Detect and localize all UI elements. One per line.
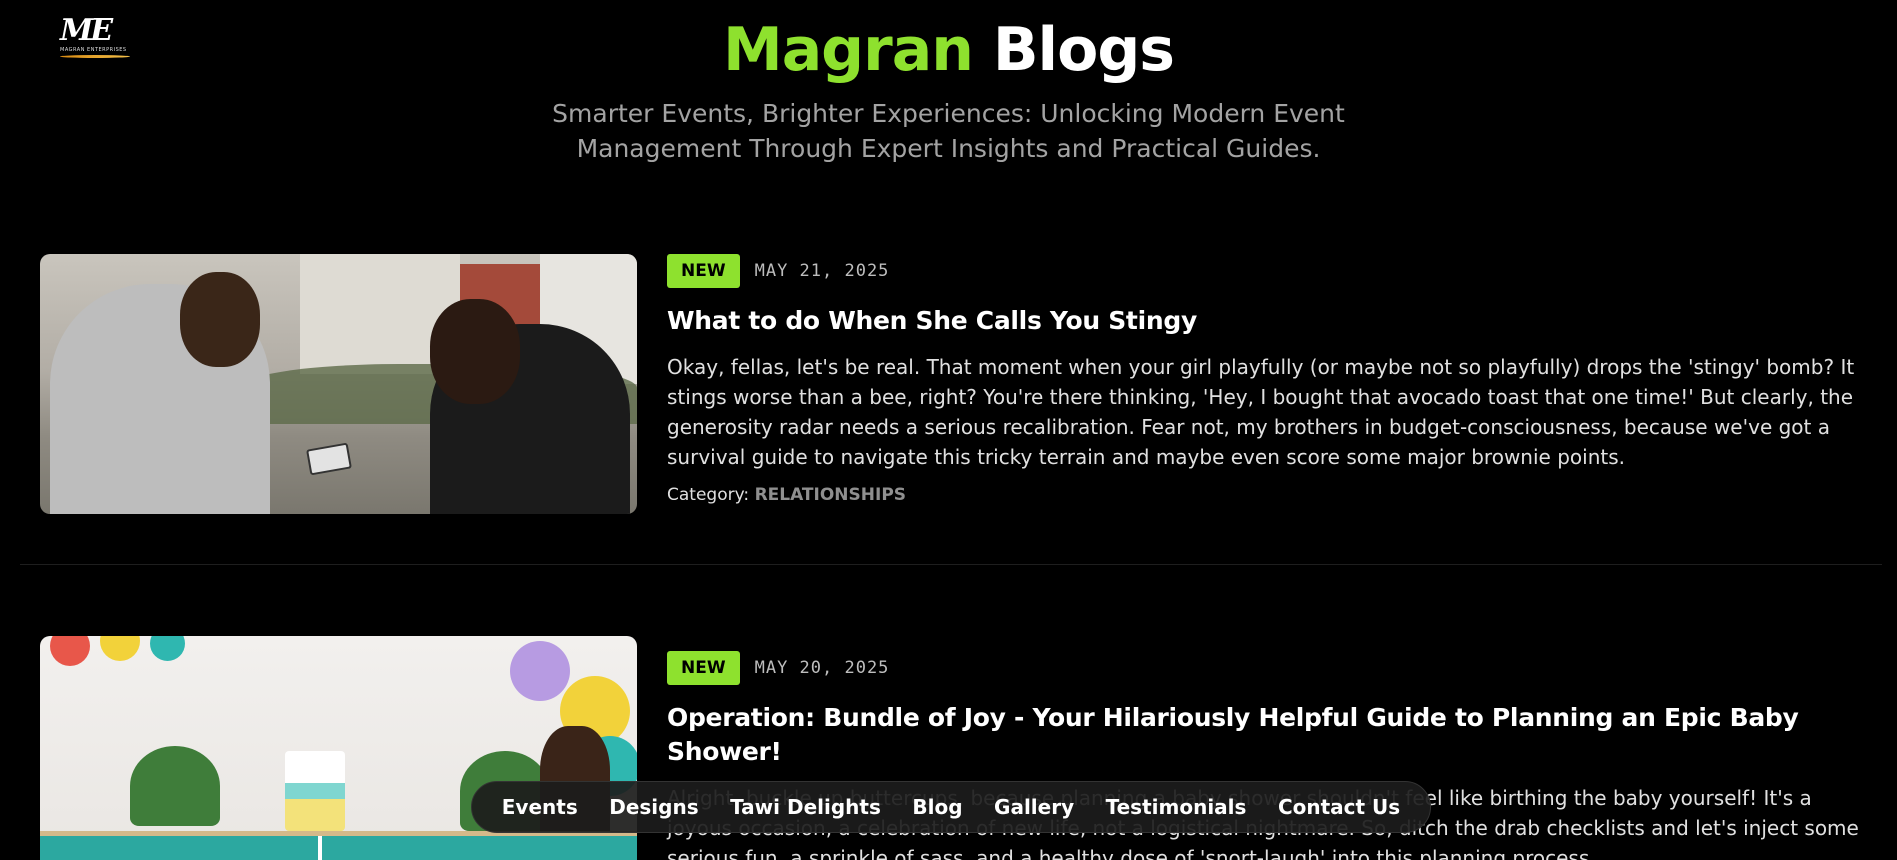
title-rest: Blogs	[992, 15, 1175, 85]
nav-item-blog[interactable]: Blog	[912, 795, 962, 819]
post-thumbnail[interactable]	[40, 254, 637, 514]
post-category: Category: RELATIONSHIPS	[667, 485, 1862, 505]
post-meta: NEW MAY 21, 2025	[667, 254, 1862, 288]
page-header: Magran Blogs Smarter Events, Brighter Ex…	[0, 10, 1897, 166]
nav-item-tawi-delights[interactable]: Tawi Delights	[730, 795, 881, 819]
post-excerpt: Okay, fellas, let's be real. That moment…	[667, 355, 1855, 469]
category-label: Category:	[667, 485, 750, 505]
nav-item-events[interactable]: Events	[502, 795, 578, 819]
post-date: MAY 20, 2025	[754, 658, 890, 678]
category-link[interactable]: RELATIONSHIPS	[755, 485, 906, 505]
post-divider	[20, 564, 1882, 565]
floating-nav: Events Designs Tawi Delights Blog Galler…	[471, 781, 1431, 833]
post-title[interactable]: Operation: Bundle of Joy - Your Hilariou…	[667, 701, 1862, 769]
page-title: Magran Blogs	[0, 10, 1897, 90]
nav-item-contact-us[interactable]: Contact Us	[1278, 795, 1400, 819]
nav-item-designs[interactable]: Designs	[609, 795, 698, 819]
new-badge: NEW	[667, 254, 740, 288]
title-accent: Magran	[722, 15, 974, 85]
post-content: NEW MAY 21, 2025 What to do When She Cal…	[667, 254, 1862, 505]
blog-post[interactable]: NEW MAY 21, 2025 What to do When She Cal…	[40, 254, 1860, 516]
post-image-couple	[40, 254, 637, 514]
new-badge: NEW	[667, 651, 740, 685]
post-date: MAY 21, 2025	[754, 261, 890, 281]
page-tagline: Smarter Events, Brighter Experiences: Un…	[552, 99, 1345, 163]
nav-item-testimonials[interactable]: Testimonials	[1106, 795, 1247, 819]
nav-item-gallery[interactable]: Gallery	[994, 795, 1074, 819]
post-meta: NEW MAY 20, 2025	[667, 651, 1862, 685]
post-title[interactable]: What to do When She Calls You Stingy	[667, 304, 1862, 338]
